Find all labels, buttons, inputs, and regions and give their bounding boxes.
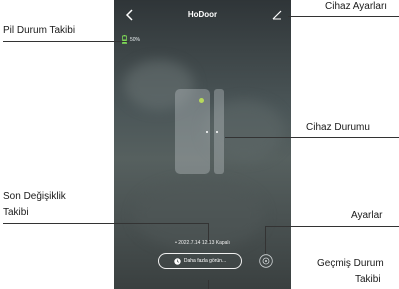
header: HoDoor <box>114 6 291 26</box>
callout-line-last-change-v <box>208 223 209 243</box>
callout-line-last-change-h <box>3 223 209 224</box>
callout-history-line1: Geçmiş Durum <box>317 258 384 269</box>
callout-history-line2: Takibi <box>355 274 381 285</box>
callout-last-change-line1: Son Değişiklik <box>3 191 66 202</box>
callout-line-battery <box>3 41 129 42</box>
battery-percentage: 50% <box>130 36 141 43</box>
contact-dot <box>206 131 208 133</box>
callout-last-change-line2: Takibi <box>3 207 29 218</box>
battery-status: 50% <box>122 35 140 44</box>
callout-line-device-status <box>225 137 399 138</box>
callout-device-status: Cihaz Durumu <box>306 122 370 133</box>
callout-settings: Ayarlar <box>351 210 383 221</box>
callout-line-history-v <box>208 280 209 289</box>
clock-icon <box>174 257 181 265</box>
edit-icon[interactable] <box>270 8 284 22</box>
callout-line-device-settings <box>288 16 399 17</box>
callout-device-settings: Cihaz Ayarları <box>325 1 388 12</box>
callout-line-settings-h <box>265 226 399 227</box>
callout-line-settings-v <box>265 226 266 254</box>
door-sensor-body <box>175 89 210 174</box>
callout-battery-tracking: Pil Durum Takibi <box>3 25 76 36</box>
settings-gear-icon[interactable] <box>259 254 273 268</box>
battery-icon <box>122 35 127 44</box>
page-title: HoDoor <box>187 10 218 19</box>
view-more-label: Daha fazla görün... <box>183 258 227 264</box>
view-more-button[interactable]: Daha fazla görün... <box>158 253 242 269</box>
sensor-led-indicator <box>199 98 204 103</box>
contact-dot <box>216 131 218 133</box>
